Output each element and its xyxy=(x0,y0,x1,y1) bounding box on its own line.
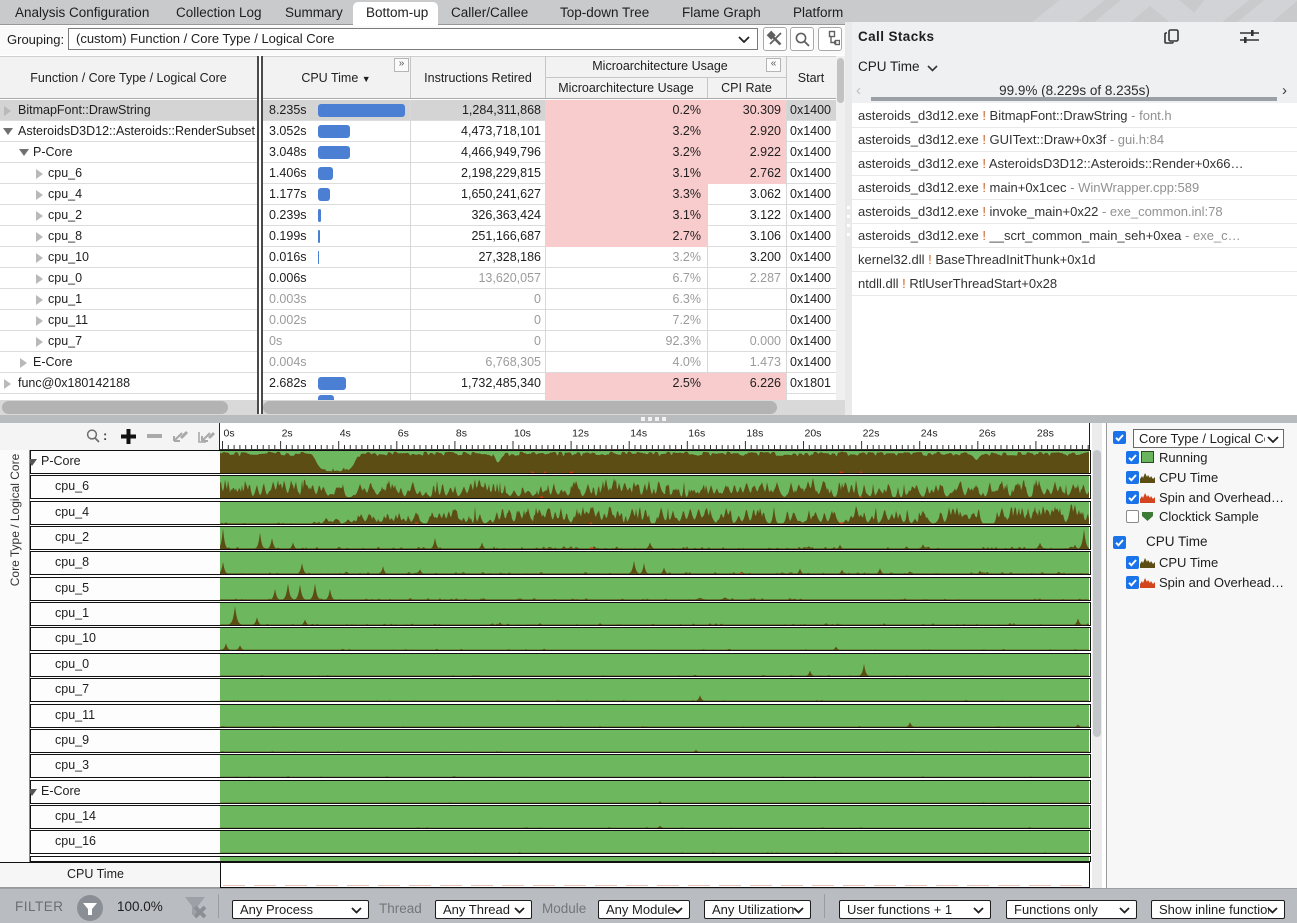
svg-text:4s: 4s xyxy=(340,428,351,440)
svg-text:2s: 2s xyxy=(282,428,293,440)
svg-text:28s: 28s xyxy=(1037,428,1054,440)
svg-text:26s: 26s xyxy=(979,428,996,440)
svg-text:12s: 12s xyxy=(572,428,589,440)
svg-text:10s: 10s xyxy=(514,428,531,440)
svg-text:6s: 6s xyxy=(398,428,409,440)
svg-text:22s: 22s xyxy=(863,428,880,440)
svg-text:0s: 0s xyxy=(224,428,235,440)
svg-text:18s: 18s xyxy=(746,428,763,440)
svg-text:24s: 24s xyxy=(921,428,938,440)
svg-text:20s: 20s xyxy=(805,428,822,440)
svg-text:8s: 8s xyxy=(456,428,467,440)
svg-text:14s: 14s xyxy=(630,428,647,440)
svg-text:16s: 16s xyxy=(688,428,705,440)
